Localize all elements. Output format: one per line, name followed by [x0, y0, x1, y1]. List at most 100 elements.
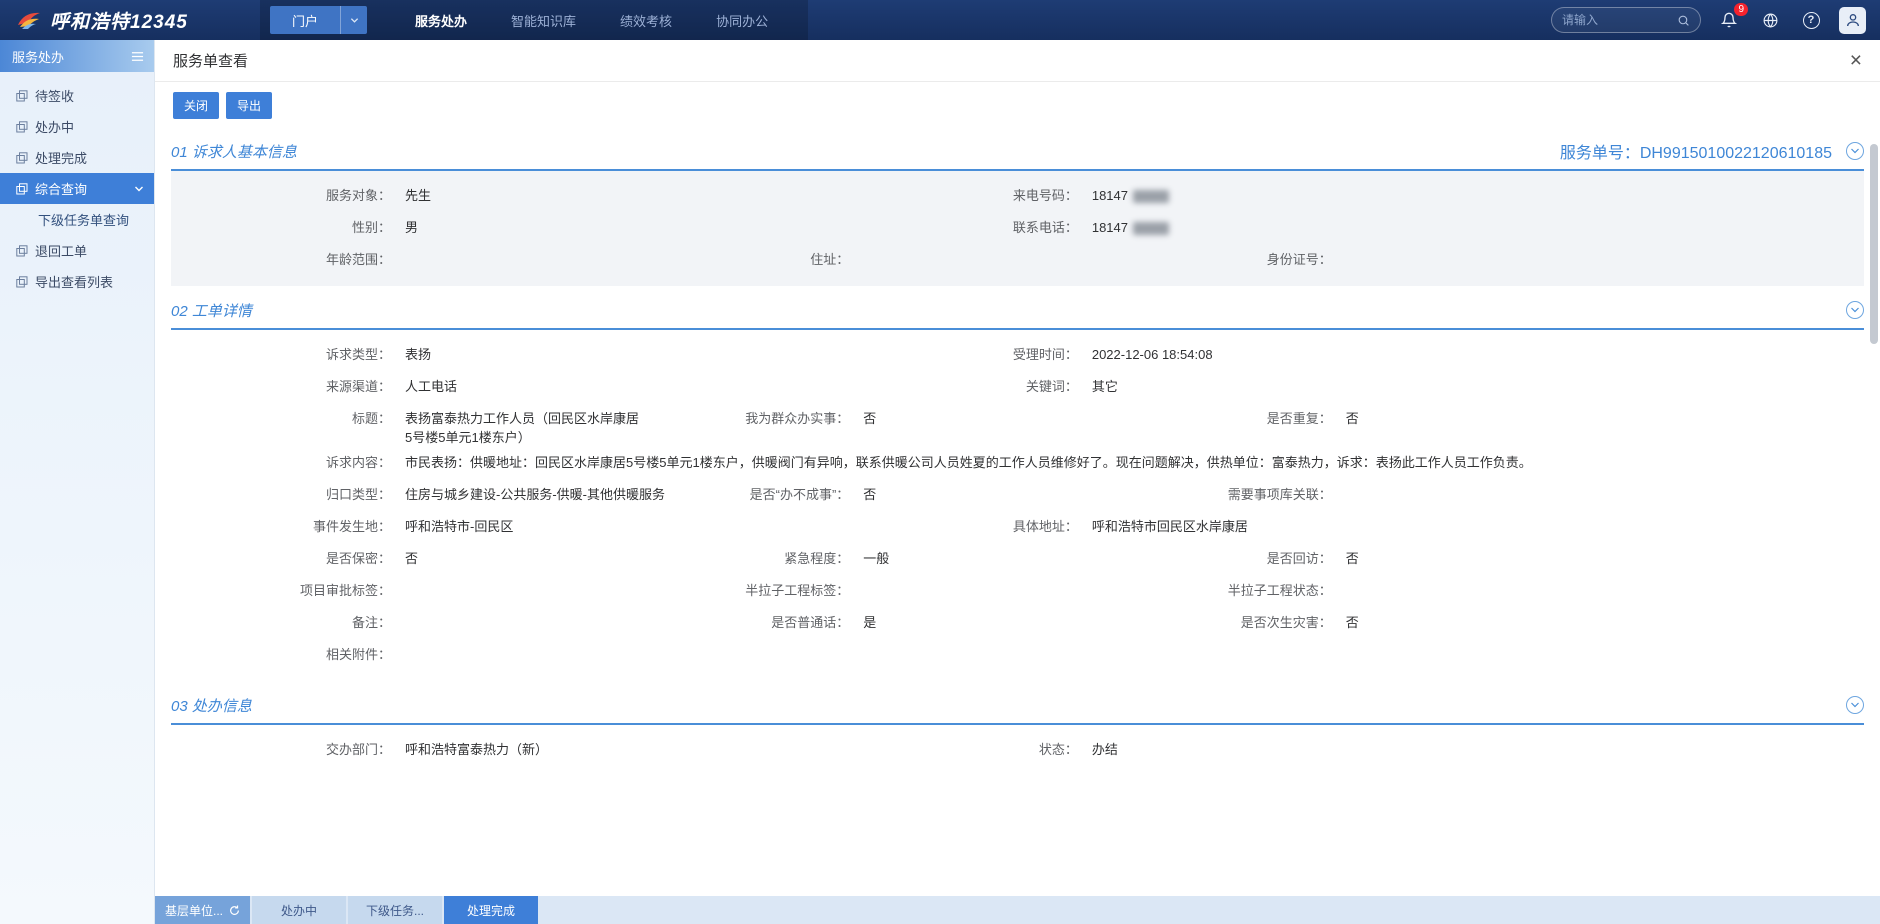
field-label: 关键词：	[933, 377, 1078, 396]
field-label: 备注：	[171, 613, 391, 632]
field: 是否“办不成事”：否	[704, 485, 1187, 504]
field-value: 住房与城乡建设-公共服务-供暖-其他供暖服务	[391, 485, 665, 504]
export-button[interactable]: 导出	[226, 92, 272, 119]
notifications-button[interactable]: 9	[1716, 7, 1742, 33]
field-value: 先生	[391, 186, 431, 205]
sidebar-item-label: 处办中	[35, 117, 74, 136]
field: 身份证号：	[1187, 250, 1864, 269]
nav-item[interactable]: 智能知识库	[489, 0, 598, 40]
sidebar-item[interactable]: 综合查询	[0, 173, 154, 204]
field-row: 标题：表扬富泰热力工作人员（回民区水岸康居5号楼5单元1楼东户）我为群众办实事：…	[171, 403, 1864, 447]
field-row: 是否保密：否紧急程度：一般是否回访：否	[171, 543, 1864, 575]
sidebar-item[interactable]: 退回工单	[0, 235, 154, 266]
app-title: 呼和浩特12345	[50, 7, 188, 34]
language-button[interactable]	[1757, 7, 1783, 33]
field-label: 住址：	[704, 250, 849, 269]
search-input[interactable]	[1562, 13, 1677, 27]
field-value: 否	[1332, 549, 1359, 568]
field-value: 男	[391, 218, 418, 237]
field-label: 性别：	[171, 218, 391, 237]
search-icon[interactable]	[1677, 14, 1690, 27]
field-row: 服务对象：先生来电号码：18147	[171, 180, 1864, 212]
nav-item[interactable]: 服务处办	[393, 0, 489, 40]
field: 诉求类型：表扬	[171, 345, 933, 364]
field-value: 人工电话	[391, 377, 457, 396]
section-collapse-button[interactable]	[1846, 142, 1864, 160]
chevron-down-icon[interactable]	[341, 16, 367, 25]
sidebar-item[interactable]: 待签收	[0, 80, 154, 111]
collapse-menu-icon[interactable]	[131, 50, 144, 63]
toolbar: 关闭导出	[155, 82, 1880, 127]
bottom-tab[interactable]: 处办中	[252, 896, 346, 924]
sidebar-header: 服务处办	[0, 40, 154, 72]
sidebar-menu: 待签收处办中处理完成综合查询下级任务单查询退回工单导出查看列表	[0, 72, 154, 297]
field: 来电号码：18147	[933, 186, 1864, 205]
redacted-text	[1133, 190, 1169, 203]
field-label: 相关附件：	[171, 645, 391, 664]
bottom-tab[interactable]: 下级任务...	[348, 896, 442, 924]
redacted-text	[1133, 222, 1169, 235]
field: 需要事项库关联：	[1187, 485, 1864, 504]
field-label: 是否“办不成事”：	[704, 485, 849, 504]
document-icon	[16, 183, 28, 195]
nav-items: 服务处办智能知识库绩效考核协同办公	[393, 0, 790, 40]
scrollbar-thumb[interactable]	[1870, 144, 1878, 344]
field: 关键词：其它	[933, 377, 1864, 396]
field-value: 其它	[1078, 377, 1118, 396]
field-label: 事件发生地：	[171, 517, 391, 536]
user-profile-button[interactable]	[1839, 7, 1866, 34]
field-label: 身份证号：	[1187, 250, 1332, 269]
field-label: 是否保密：	[171, 549, 391, 568]
sidebar: 服务处办 待签收处办中处理完成综合查询下级任务单查询退回工单导出查看列表	[0, 40, 155, 924]
bottom-tab[interactable]: 处理完成	[444, 896, 538, 924]
field-value: 否	[391, 549, 418, 568]
sidebar-item[interactable]: 处办中	[0, 111, 154, 142]
bottom-tab[interactable]: 基层单位...	[155, 896, 250, 924]
field-row: 项目审批标签：半拉子工程标签：半拉子工程状态：	[171, 575, 1864, 607]
nav-item[interactable]: 协同办公	[694, 0, 790, 40]
field-row: 年龄范围：住址：身份证号：	[171, 244, 1864, 276]
user-icon	[1845, 12, 1861, 28]
nav-item[interactable]: 绩效考核	[598, 0, 694, 40]
help-button[interactable]: ?	[1798, 7, 1824, 33]
sidebar-item[interactable]: 导出查看列表	[0, 266, 154, 297]
notification-badge: 9	[1734, 3, 1748, 16]
section-title: 03 处办信息	[171, 695, 252, 716]
section-collapse-button[interactable]	[1846, 301, 1864, 319]
sidebar-item[interactable]: 下级任务单查询	[0, 204, 154, 235]
close-button[interactable]: 关闭	[173, 92, 219, 119]
section-collapse-button[interactable]	[1846, 696, 1864, 714]
chevron-down-icon	[1850, 700, 1860, 710]
field-value: 呼和浩特富泰热力（新）	[391, 740, 548, 759]
section-body: 诉求类型：表扬受理时间：2022-12-06 18:54:08来源渠道：人工电话…	[171, 330, 1864, 681]
section-body: 服务对象：先生来电号码：18147性别：男联系电话：18147年龄范围：住址：身…	[171, 171, 1864, 286]
section-body: 交办部门：呼和浩特富泰热力（新）状态：办结	[171, 725, 1864, 776]
service-number: 服务单号：DH9915010022120610185	[1560, 139, 1832, 163]
sidebar-item-label: 待签收	[35, 86, 74, 105]
field-label: 状态：	[933, 740, 1078, 759]
close-icon[interactable]: ×	[1850, 50, 1862, 71]
field: 受理时间：2022-12-06 18:54:08	[933, 345, 1864, 364]
section-header: 03 处办信息	[171, 687, 1864, 725]
chevron-down-icon	[134, 184, 144, 194]
field: 是否重复：否	[1187, 409, 1864, 428]
field: 交办部门：呼和浩特富泰热力（新）	[171, 740, 933, 759]
field-value: 否	[849, 409, 876, 428]
field-row: 备注：是否普通话：是是否次生灾害：否	[171, 607, 1864, 639]
chevron-down-icon	[1850, 146, 1860, 156]
field-label: 半拉子工程状态：	[1187, 581, 1332, 600]
field: 项目审批标签：	[171, 581, 704, 600]
field-value: 18147	[1078, 186, 1169, 205]
form-sections: 01 诉求人基本信息服务单号：DH9915010022120610185服务对象…	[155, 133, 1880, 776]
field-row: 诉求类型：表扬受理时间：2022-12-06 18:54:08	[171, 339, 1864, 371]
field-value: 是	[849, 613, 876, 632]
bottom-tab-label: 处理完成	[467, 902, 515, 919]
question-icon: ?	[1803, 12, 1820, 29]
bottom-tab-label: 处办中	[281, 902, 317, 919]
field-row: 归口类型：住房与城乡建设-公共服务-供暖-其他供暖服务是否“办不成事”：否需要事…	[171, 479, 1864, 511]
field-label: 具体地址：	[933, 517, 1078, 536]
nav-portal-button[interactable]: 门户	[270, 6, 367, 34]
field: 紧急程度：一般	[704, 549, 1187, 568]
field-value: 市民表扬：供暖地址：回民区水岸康居5号楼5单元1楼东户，供暖阀门有异响，联系供暖…	[391, 453, 1532, 472]
sidebar-item[interactable]: 处理完成	[0, 142, 154, 173]
